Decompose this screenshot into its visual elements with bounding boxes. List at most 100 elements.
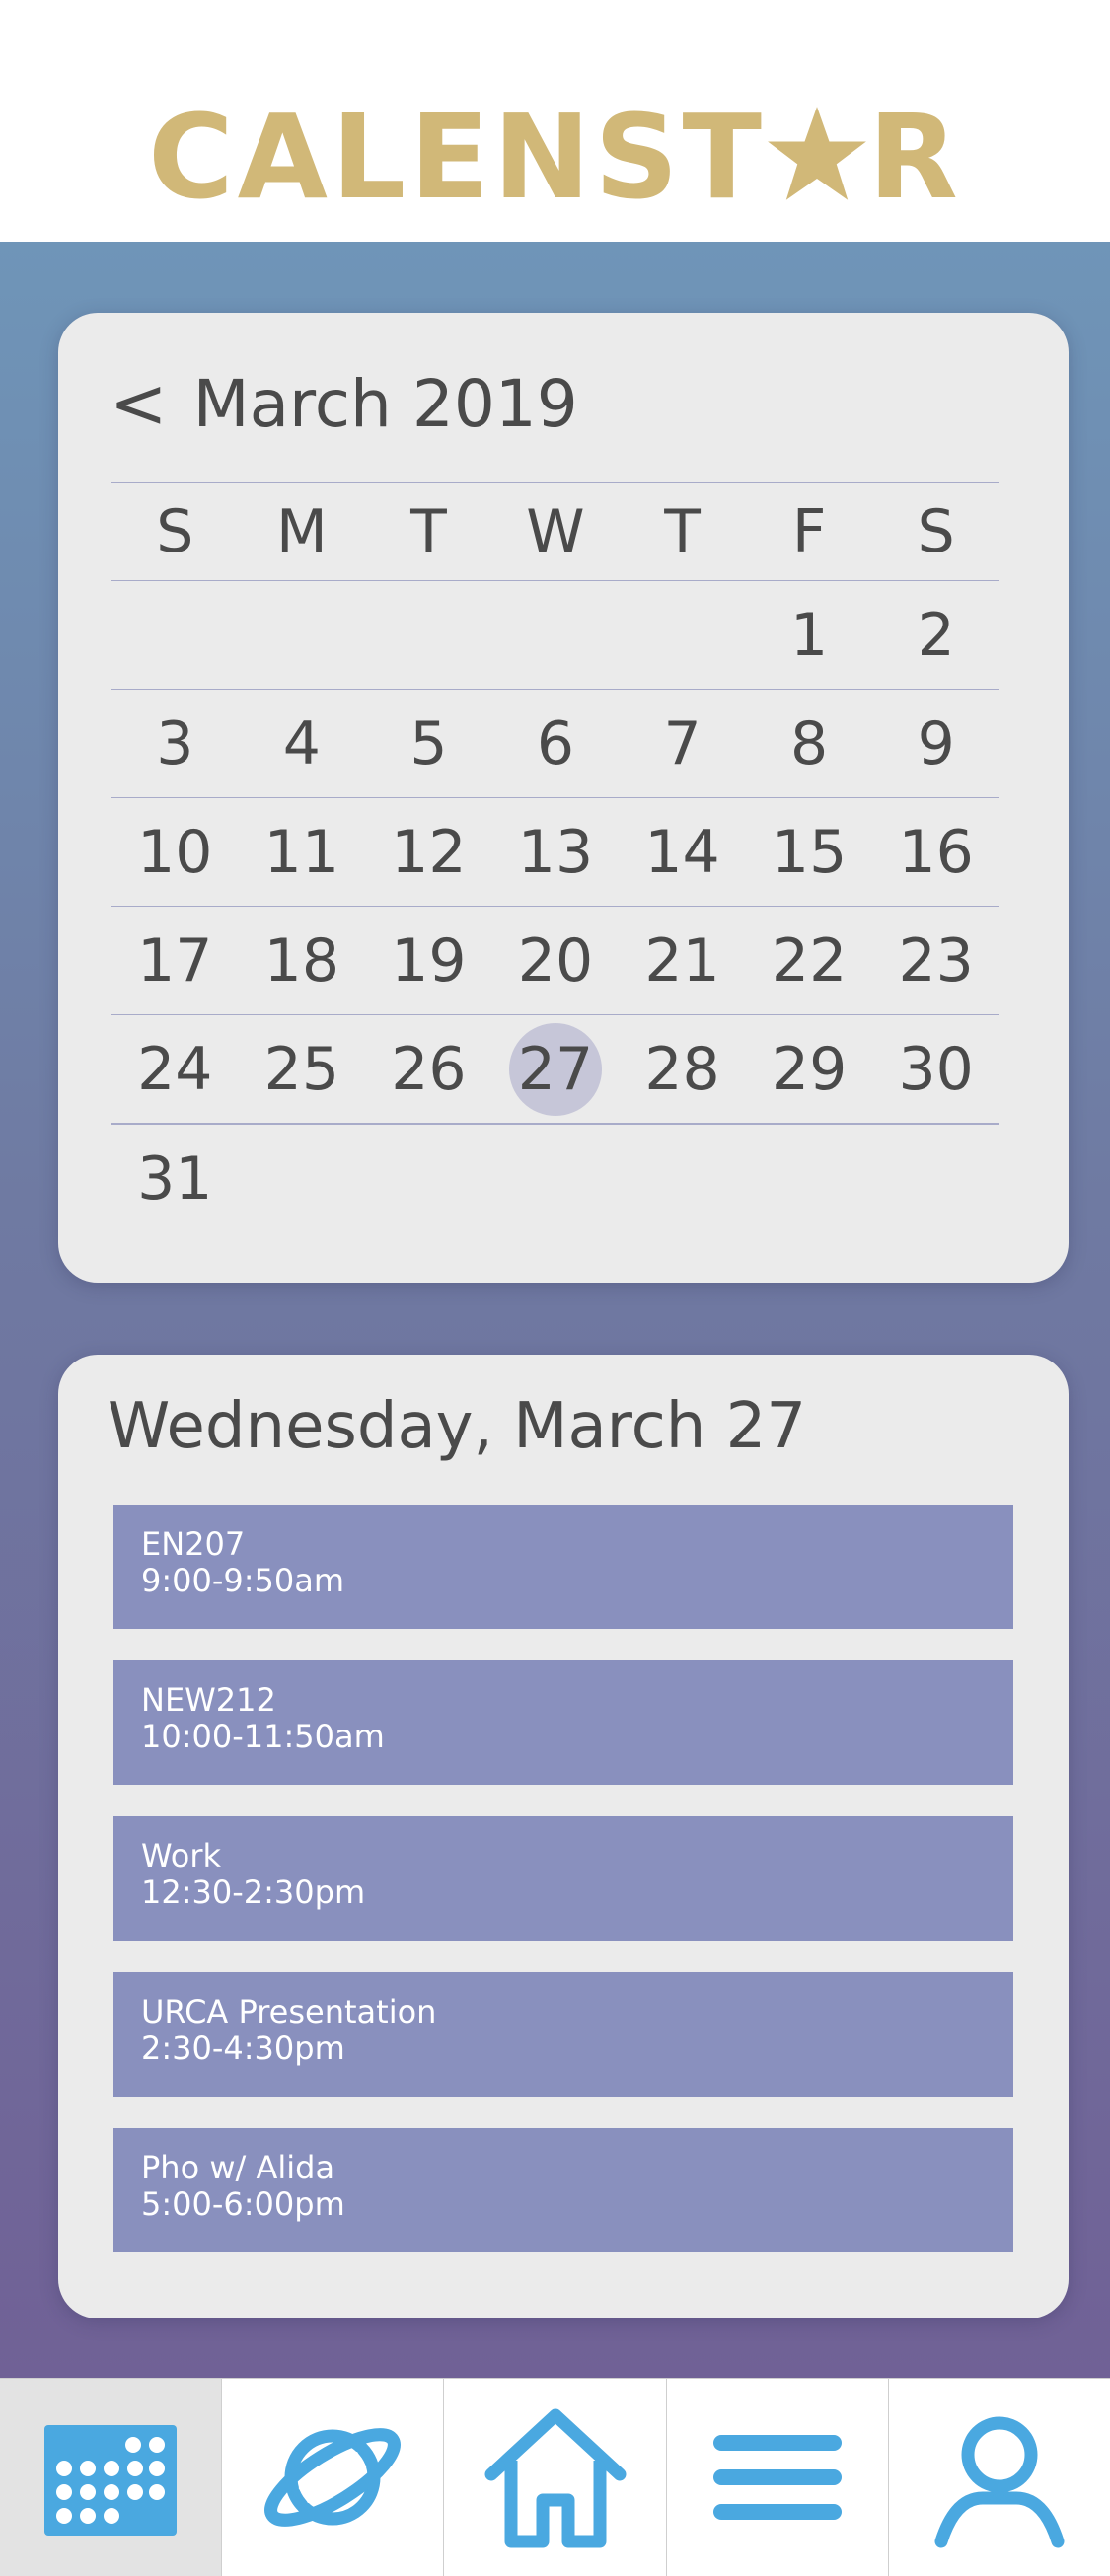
day-number: 1 [790, 600, 829, 670]
day-number: 30 [898, 1034, 974, 1104]
day-cell[interactable]: 21 [619, 907, 746, 1014]
calendar-week-row: 17 18 19 20 21 22 23 [111, 906, 999, 1014]
event-time: 12:30-2:30pm [141, 1874, 366, 1911]
nav-profile[interactable] [889, 2379, 1110, 2576]
day-cell[interactable]: 26 [365, 1015, 492, 1123]
day-cell[interactable]: 9 [872, 690, 999, 797]
day-number: 17 [137, 925, 213, 995]
calendar-week-row: 24 25 26 27 28 29 30 [111, 1014, 999, 1124]
day-cell[interactable]: 19 [365, 907, 492, 1014]
day-cell[interactable]: 18 [239, 907, 366, 1014]
previous-month-button[interactable]: < [110, 369, 168, 438]
event-time: 9:00-9:50am [141, 1562, 345, 1599]
day-number: 31 [137, 1144, 213, 1214]
day-cell[interactable]: 6 [492, 690, 620, 797]
event-item[interactable]: Work 12:30-2:30pm [113, 1816, 1013, 1941]
day-cell[interactable]: 2 [872, 581, 999, 689]
weekday-header-row: SMTWTFS [111, 482, 999, 580]
day-number: 20 [517, 925, 594, 995]
weekday-label: S [917, 497, 955, 566]
day-cell[interactable]: 23 [872, 907, 999, 1014]
event-item[interactable]: Pho w/ Alida 5:00-6:00pm [113, 2128, 1013, 2252]
empty-day-cell [492, 1125, 620, 1233]
selected-day-title: Wednesday, March 27 [108, 1390, 807, 1463]
day-cell[interactable]: 28 [619, 1015, 746, 1123]
day-cell[interactable]: 31 [111, 1125, 239, 1233]
day-number: 4 [282, 708, 321, 778]
event-item[interactable]: EN207 9:00-9:50am [113, 1505, 1013, 1629]
empty-day-cell [746, 1125, 873, 1233]
empty-day-cell [619, 581, 746, 689]
day-number: 16 [898, 817, 974, 887]
nav-menu[interactable] [667, 2379, 889, 2576]
day-number: 5 [409, 708, 448, 778]
day-number: 6 [536, 708, 575, 778]
day-schedule-card: Wednesday, March 27 EN207 9:00-9:50am NEW2… [58, 1355, 1069, 2318]
day-number: 13 [517, 817, 594, 887]
day-cell[interactable]: 11 [239, 798, 366, 906]
day-cell[interactable]: 29 [746, 1015, 873, 1123]
day-number: 12 [391, 817, 467, 887]
day-cell[interactable]: 1 [746, 581, 873, 689]
event-item[interactable]: URCA Presentation 2:30-4:30pm [113, 1972, 1013, 2097]
day-cell[interactable]: 22 [746, 907, 873, 1014]
event-time: 2:30-4:30pm [141, 2029, 345, 2067]
day-cell[interactable]: 4 [239, 690, 366, 797]
empty-day-cell [619, 1125, 746, 1233]
day-number: 15 [771, 817, 848, 887]
day-number: 23 [898, 925, 974, 995]
month-header: < March 2019 [110, 354, 578, 453]
day-cell[interactable]: 20 [492, 907, 620, 1014]
event-time: 10:00-11:50am [141, 1718, 385, 1755]
day-cell[interactable]: 24 [111, 1015, 239, 1123]
day-number: 28 [644, 1034, 720, 1104]
star-icon [768, 107, 866, 200]
day-number: 26 [391, 1034, 467, 1104]
day-cell[interactable]: 10 [111, 798, 239, 906]
nav-home[interactable] [444, 2379, 667, 2576]
day-cell[interactable]: 30 [872, 1015, 999, 1123]
event-name: EN207 [141, 1525, 246, 1563]
weekday-label: M [275, 497, 328, 566]
day-number: 3 [156, 708, 194, 778]
day-number: 24 [137, 1034, 213, 1104]
day-cell[interactable]: 15 [746, 798, 873, 906]
bottom-nav-bar [0, 2378, 1110, 2576]
event-item[interactable]: NEW212 10:00-11:50am [113, 1660, 1013, 1785]
day-cell[interactable]: 7 [619, 690, 746, 797]
day-number: 27 [517, 1034, 594, 1104]
main-content: < March 2019 S M T W T F S 1 2 3 4 5 6 7 8 9 10 11 12 13 14 1… [0, 242, 1110, 2378]
weekday-label: F [791, 497, 827, 566]
menu-icon [712, 2435, 842, 2520]
day-number: 19 [391, 925, 467, 995]
day-cell[interactable]: 17 [111, 907, 239, 1014]
weekday-label: T [410, 497, 447, 566]
day-cell[interactable]: 5 [365, 690, 492, 797]
selected-day-cell[interactable]: 27 [492, 1015, 620, 1123]
day-number: 8 [790, 708, 829, 778]
event-list: EN207 9:00-9:50am NEW212 10:00-11:50am Work 1… [113, 1505, 1013, 2284]
day-number: 29 [771, 1034, 848, 1104]
day-cell[interactable]: 25 [239, 1015, 366, 1123]
day-cell[interactable]: 16 [872, 798, 999, 906]
empty-day-cell [365, 581, 492, 689]
nav-calendar[interactable] [0, 2379, 223, 2576]
month-calendar-card: < March 2019 S M T W T F S 1 2 3 4 5 6 7 8 9 10 11 12 13 14 1… [58, 313, 1069, 1283]
nav-explore[interactable] [222, 2379, 445, 2576]
profile-icon [934, 2416, 1065, 2548]
day-number: 2 [917, 600, 955, 670]
day-cell[interactable]: 8 [746, 690, 873, 797]
calendar-week-row: 31 [111, 1124, 999, 1233]
day-number: 21 [644, 925, 720, 995]
month-title: March 2019 [192, 365, 578, 442]
empty-day-cell [365, 1125, 492, 1233]
home-icon [484, 2408, 626, 2548]
calendar-week-row: 10 11 12 13 14 15 16 [111, 797, 999, 906]
day-cell[interactable]: 12 [365, 798, 492, 906]
empty-day-cell [239, 1125, 366, 1233]
day-cell[interactable]: 3 [111, 690, 239, 797]
planet-icon [264, 2428, 402, 2527]
day-cell[interactable]: 14 [619, 798, 746, 906]
empty-day-cell [872, 1125, 999, 1233]
day-cell[interactable]: 13 [492, 798, 620, 906]
